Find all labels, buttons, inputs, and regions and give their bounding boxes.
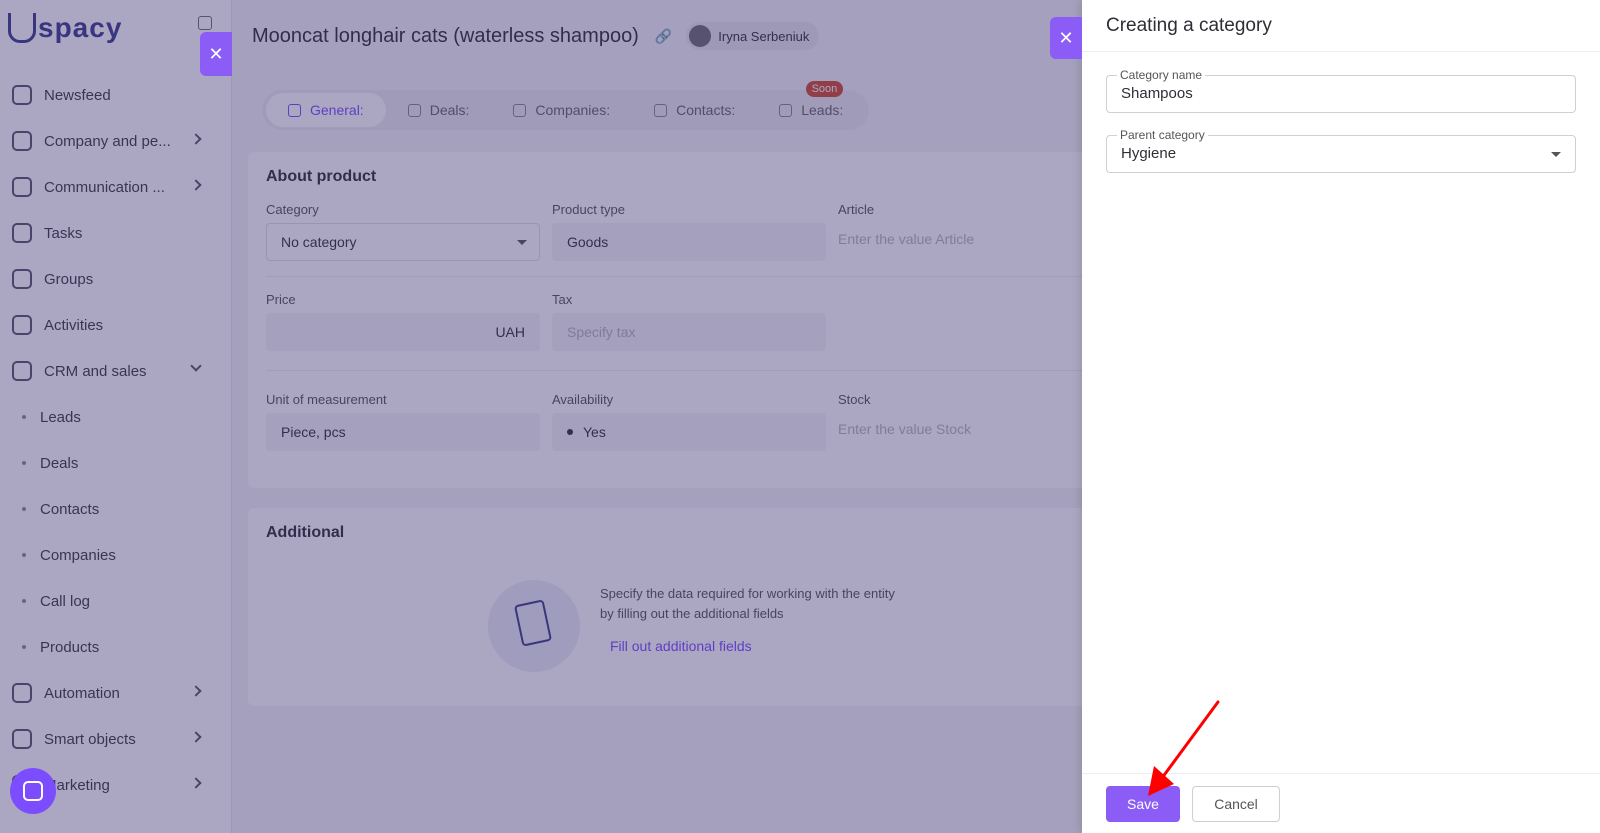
- chat-icon: [23, 781, 43, 801]
- support-chat-button[interactable]: [10, 768, 56, 814]
- dropdown-arrow-icon: [1551, 152, 1561, 157]
- close-product-button[interactable]: ✕: [200, 32, 232, 76]
- panel-title: Creating a category: [1106, 14, 1272, 36]
- field-value: Hygiene: [1121, 145, 1177, 162]
- panel-header: Creating a category: [1082, 0, 1600, 52]
- field-label: Parent category: [1117, 128, 1208, 142]
- close-panel-button[interactable]: ✕: [1050, 17, 1082, 59]
- category-name-input[interactable]: Category name Shampoos: [1106, 68, 1576, 113]
- annotation-arrow-icon: [1148, 700, 1220, 796]
- modal-overlay: [0, 0, 1082, 833]
- field-label: Category name: [1117, 68, 1206, 82]
- field-value: Shampoos: [1121, 85, 1193, 102]
- parent-category-select[interactable]: Parent category Hygiene: [1106, 128, 1576, 173]
